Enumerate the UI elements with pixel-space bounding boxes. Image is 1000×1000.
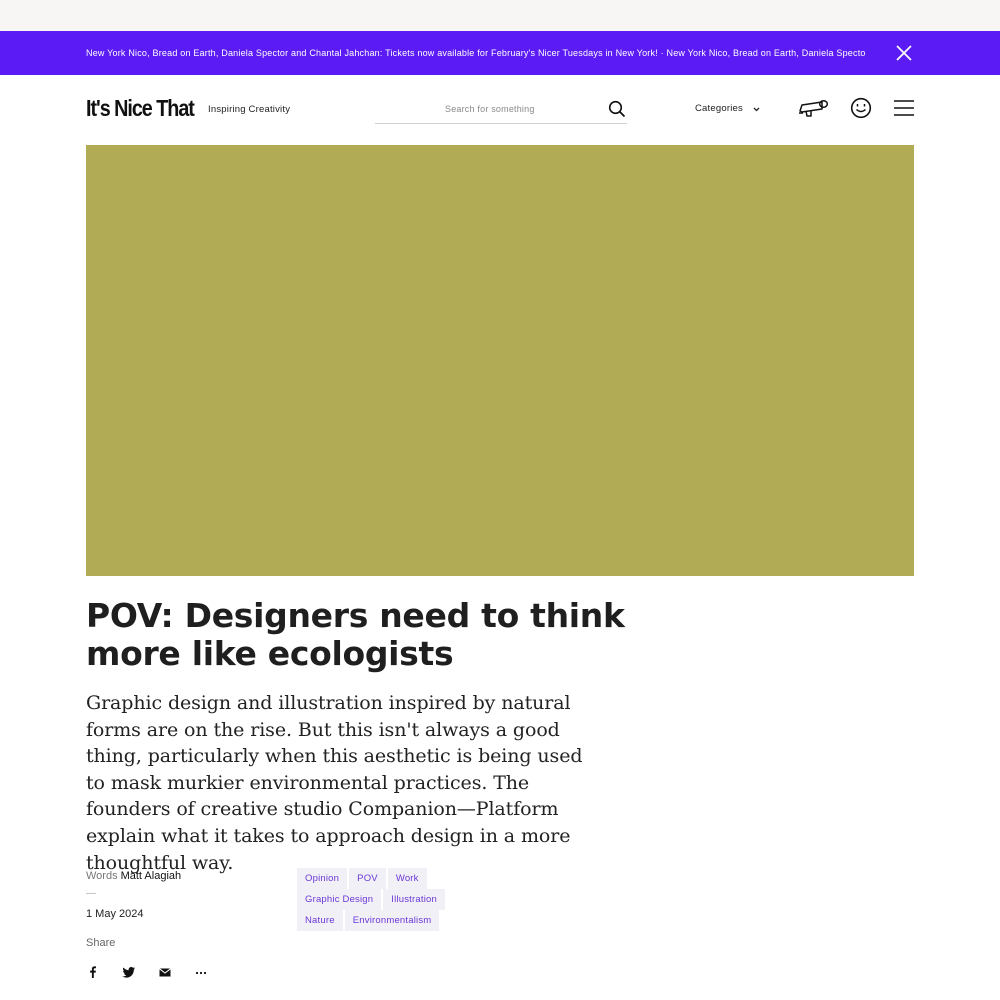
author-credit: Words Matt Alagiah (86, 870, 181, 882)
categories-dropdown[interactable]: Categories (695, 103, 743, 114)
tag-row: Nature Environmentalism (297, 910, 497, 931)
search-icon[interactable] (608, 100, 626, 118)
megaphone-icon[interactable] (798, 97, 830, 119)
email-icon[interactable] (158, 965, 172, 979)
more-icon[interactable] (194, 965, 208, 979)
words-label: Words (86, 870, 118, 882)
article-title: POV: Designers need to think more like e… (86, 596, 625, 673)
menu-icon[interactable] (893, 99, 915, 117)
smiley-icon[interactable] (850, 97, 872, 119)
close-icon[interactable] (894, 43, 914, 63)
share-label: Share (86, 937, 116, 949)
author-link[interactable]: Matt Alagiah (121, 870, 182, 882)
hero-image (86, 145, 914, 576)
facebook-icon[interactable] (86, 965, 100, 979)
article-standfirst: Graphic design and illustration inspired… (86, 692, 583, 874)
tag-opinion[interactable]: Opinion (297, 868, 348, 889)
search-bar (375, 97, 627, 124)
tag-work[interactable]: Work (387, 868, 427, 889)
tag-nature[interactable]: Nature (297, 910, 343, 931)
browser-top-strip (0, 0, 1000, 31)
chevron-down-icon[interactable] (752, 105, 761, 114)
site-header: It's Nice That Inspiring Creativity Cate… (0, 75, 1000, 145)
meta-divider: — (86, 888, 96, 899)
announcement-banner: New York Nico, Bread on Earth, Daniela S… (0, 31, 1000, 75)
article-tags: Opinion POV Work Graphic Design Illustra… (297, 868, 497, 931)
publish-date: 1 May 2024 (86, 908, 144, 920)
tag-row: Opinion POV Work (297, 868, 497, 889)
site-tagline: Inspiring Creativity (208, 104, 291, 115)
tag-pov[interactable]: POV (349, 868, 386, 889)
tag-illustration[interactable]: Illustration (383, 889, 445, 910)
banner-ticker-text[interactable]: New York Nico, Bread on Earth, Daniela S… (86, 31, 866, 75)
search-input[interactable] (375, 97, 600, 121)
tag-row: Graphic Design Illustration (297, 889, 497, 910)
tag-environmentalism[interactable]: Environmentalism (344, 910, 440, 931)
tag-graphic-design[interactable]: Graphic Design (297, 889, 382, 910)
site-logo[interactable]: It's Nice That (86, 95, 195, 122)
twitter-icon[interactable] (122, 965, 136, 979)
